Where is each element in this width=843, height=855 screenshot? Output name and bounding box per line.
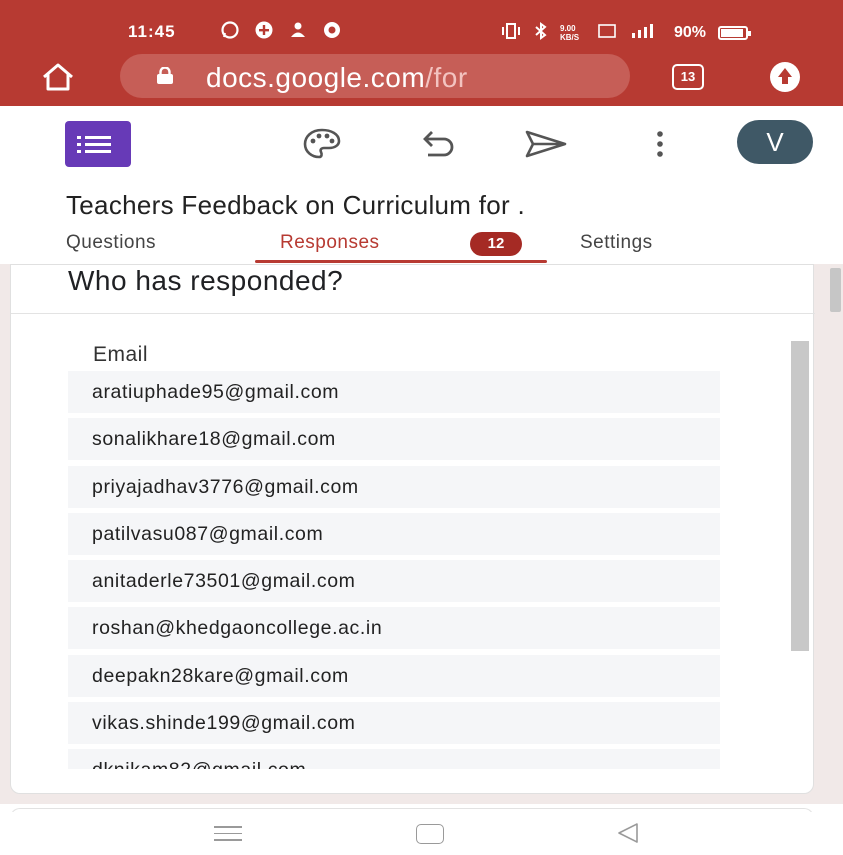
status-time: 11:45 (128, 22, 176, 41)
url-host: docs.google.com (206, 62, 426, 93)
form-title: Teachers Feedback on Curriculum for . (66, 190, 526, 220)
active-tab-indicator (255, 260, 547, 263)
email-row[interactable]: sonalikhare18@gmail.com (68, 418, 720, 461)
url-path: /for (425, 62, 468, 93)
more-options-icon[interactable] (650, 126, 670, 162)
browser-chrome: 11:45 9.00 KB/S 90% docs.google.com/for … (0, 0, 843, 106)
email-row[interactable]: aratiuphade95@gmail.com (68, 371, 720, 413)
volte-icon (598, 23, 616, 43)
url-row: docs.google.com/for 13 (0, 50, 843, 102)
undo-icon[interactable] (418, 126, 458, 162)
send-icon[interactable] (525, 126, 567, 162)
email-list[interactable]: aratiuphade95@gmail.com sonalikhare18@gm… (68, 371, 720, 769)
nav-back-icon[interactable] (616, 822, 640, 844)
battery-percent: 90% (674, 24, 707, 41)
tab-switcher-button[interactable]: 13 (672, 64, 704, 90)
responses-content: Who has responded? Email aratiuphade95@g… (0, 264, 843, 828)
home-button[interactable] (40, 62, 76, 92)
card-divider (11, 313, 815, 314)
email-row[interactable]: priyajadhav3776@gmail.com (68, 465, 720, 508)
responses-count-badge: 12 (470, 232, 522, 256)
respondents-card: Who has responded? Email aratiuphade95@g… (10, 264, 815, 794)
update-menu-icon[interactable] (770, 62, 800, 92)
forms-toolbar: V (0, 106, 843, 186)
form-tabs: Questions Responses 12 Settings (0, 226, 843, 264)
notification-icons (220, 20, 342, 40)
vibrate-icon (500, 23, 522, 43)
tab-questions[interactable]: Questions (66, 232, 156, 254)
email-row[interactable]: deepakn28kare@gmail.com (68, 654, 720, 697)
email-row[interactable]: patilvasu087@gmail.com (68, 512, 720, 555)
battery-icon (718, 26, 752, 40)
card-title: Who has responded? (68, 265, 344, 296)
nav-home-icon[interactable] (416, 824, 444, 844)
signal-icon (628, 23, 662, 43)
system-nav-bar (0, 812, 843, 855)
user-sync-icon (288, 20, 308, 40)
tab-settings[interactable]: Settings (580, 232, 653, 254)
account-avatar[interactable]: V (737, 120, 813, 164)
app-notification-icon (254, 20, 274, 40)
google-forms-icon[interactable] (65, 121, 131, 167)
net-speed: 9.00 KB/S (560, 24, 580, 42)
email-list-scrollbar[interactable] (791, 341, 809, 651)
tab-responses[interactable]: Responses (280, 232, 380, 254)
email-row[interactable]: dknikam82@gmail.com (68, 749, 720, 769)
recent-apps-icon[interactable] (214, 826, 242, 842)
email-row[interactable]: roshan@khedgaoncollege.ac.in (68, 607, 720, 650)
email-row[interactable]: anitaderle73501@gmail.com (68, 560, 720, 603)
address-bar[interactable]: docs.google.com/for (120, 54, 630, 98)
email-row[interactable]: vikas.shinde199@gmail.com (68, 702, 720, 745)
url-text: docs.google.com/for (206, 62, 468, 94)
page-scrollbar[interactable] (830, 268, 841, 312)
chrome-notification-icon (322, 20, 342, 40)
status-right: 9.00 KB/S 90% (500, 22, 752, 44)
bluetooth-icon (534, 22, 548, 44)
palette-icon[interactable] (302, 126, 342, 162)
home-icon (43, 63, 73, 91)
email-column-header: Email (93, 343, 149, 366)
lock-icon (156, 66, 174, 85)
status-bar: 11:45 9.00 KB/S 90% (0, 14, 843, 48)
whatsapp-icon (220, 20, 240, 40)
